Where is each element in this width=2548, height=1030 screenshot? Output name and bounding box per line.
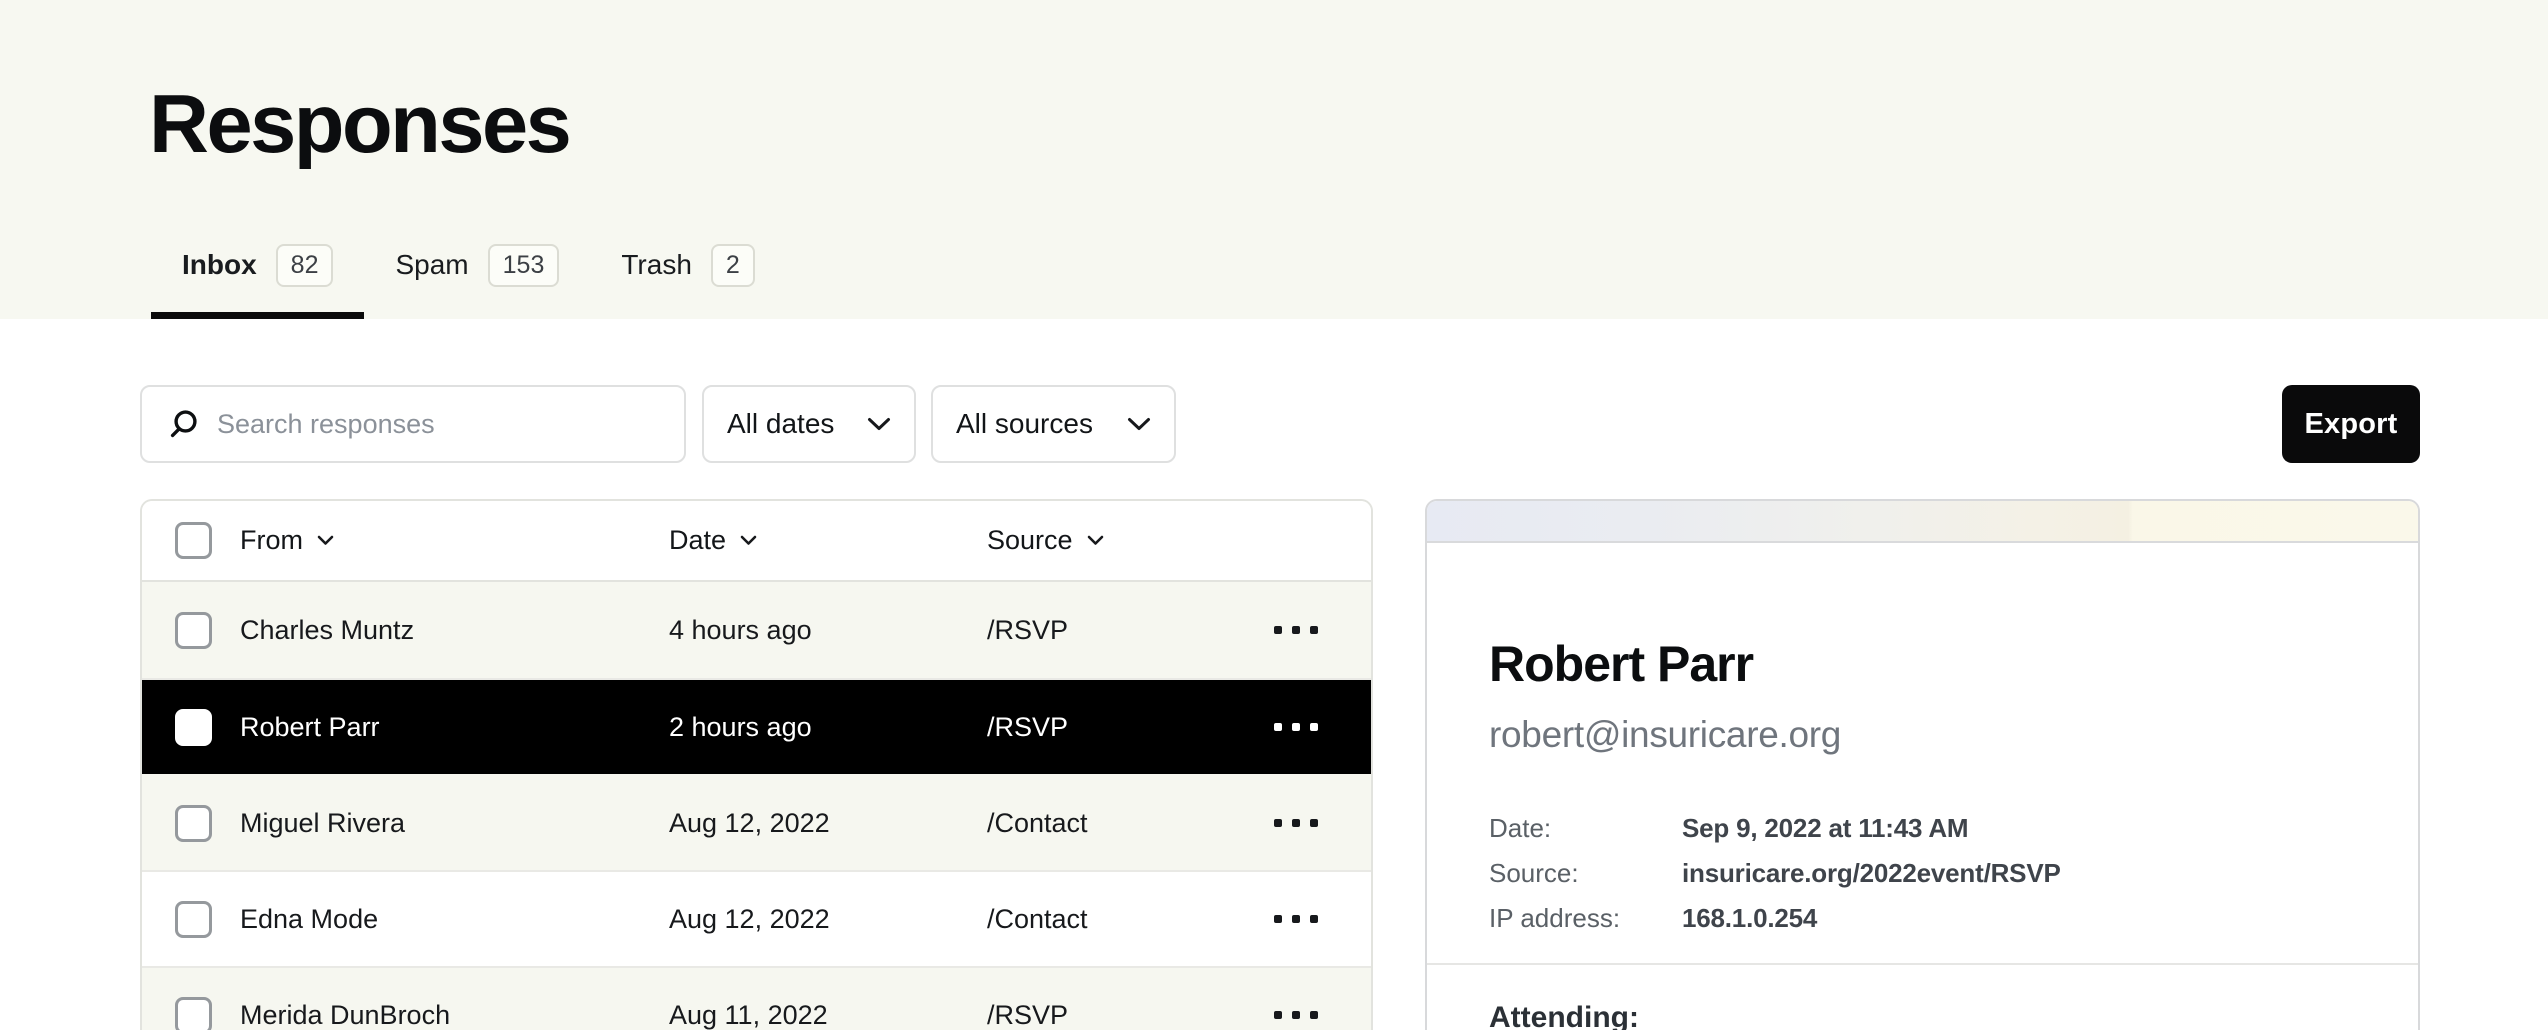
cell-from: Miguel Rivera <box>240 808 669 839</box>
table-row[interactable]: Robert Parr 2 hours ago /RSVP <box>142 678 1371 774</box>
responses-page: Responses Inbox 82 Spam 153 Trash 2 All … <box>0 0 2548 1030</box>
row-actions-menu-icon[interactable] <box>1264 616 1328 644</box>
meta-value: 168.1.0.254 <box>1682 896 1817 941</box>
source-filter-label: All sources <box>956 408 1093 440</box>
cell-source: /RSVP <box>987 615 1221 646</box>
meta-label: IP address: <box>1489 896 1682 941</box>
cell-source: /RSVP <box>987 712 1221 743</box>
detail-meta-row: Date: Sep 9, 2022 at 11:43 AM <box>1489 806 2356 851</box>
table-body: Charles Muntz 4 hours ago /RSVP Robert P… <box>142 582 1371 1030</box>
meta-value: insuricare.org/2022event/RSVP <box>1682 851 2061 896</box>
respondent-email: robert@insuricare.org <box>1489 714 2356 756</box>
chevron-down-icon <box>1127 417 1151 431</box>
row-checkbox[interactable] <box>175 901 212 938</box>
export-button[interactable]: Export <box>2282 385 2420 463</box>
responses-table: From Date Source <box>140 499 1373 1030</box>
tab[interactable]: Trash 2 <box>590 244 785 319</box>
search-input[interactable] <box>217 409 684 440</box>
tab[interactable]: Spam 153 <box>364 244 590 319</box>
tab-label: Spam <box>395 249 468 281</box>
detail-divider <box>1427 963 2418 965</box>
attending-section-label: Attending: <box>1427 1001 2418 1030</box>
sort-chevron-icon <box>317 535 334 546</box>
column-header-from[interactable]: From <box>240 525 669 556</box>
cell-date: Aug 12, 2022 <box>669 904 987 935</box>
meta-label: Date: <box>1489 806 1682 851</box>
tab-count-badge: 82 <box>276 244 334 287</box>
search-icon <box>167 408 200 441</box>
tab-label: Trash <box>621 249 692 281</box>
cell-from: Merida DunBroch <box>240 1000 669 1030</box>
detail-meta-row: IP address: 168.1.0.254 <box>1489 896 2356 941</box>
tab-count-badge: 153 <box>488 244 560 287</box>
detail-banner-gradient <box>1427 501 2418 543</box>
cell-source: /RSVP <box>987 1000 1221 1030</box>
table-header: From Date Source <box>142 501 1371 582</box>
select-all-checkbox[interactable] <box>175 522 212 559</box>
sort-chevron-icon <box>1087 535 1104 546</box>
response-detail-card: Robert Parr robert@insuricare.org Date: … <box>1425 499 2420 1030</box>
date-filter-label: All dates <box>727 408 834 440</box>
tab-count-badge: 2 <box>711 244 755 287</box>
cell-date: 2 hours ago <box>669 712 987 743</box>
tab[interactable]: Inbox 82 <box>151 244 364 319</box>
row-checkbox[interactable] <box>175 612 212 649</box>
cell-from: Charles Muntz <box>240 615 669 646</box>
source-filter-dropdown[interactable]: All sources <box>931 385 1176 463</box>
cell-date: 4 hours ago <box>669 615 987 646</box>
table-row[interactable]: Miguel Rivera Aug 12, 2022 /Contact <box>142 774 1371 870</box>
header-band: Responses Inbox 82 Spam 153 Trash 2 <box>0 0 2548 319</box>
cell-from: Edna Mode <box>240 904 669 935</box>
meta-label: Source: <box>1489 851 1682 896</box>
page-title: Responses <box>149 76 569 172</box>
table-row[interactable]: Merida DunBroch Aug 11, 2022 /RSVP <box>142 966 1371 1030</box>
column-header-date[interactable]: Date <box>669 525 987 556</box>
row-actions-menu-icon[interactable] <box>1264 809 1328 837</box>
row-checkbox[interactable] <box>175 709 212 746</box>
table-row[interactable]: Charles Muntz 4 hours ago /RSVP <box>142 582 1371 678</box>
detail-meta: Date: Sep 9, 2022 at 11:43 AM Source: in… <box>1489 806 2356 941</box>
row-checkbox[interactable] <box>175 997 212 1030</box>
detail-meta-row: Source: insuricare.org/2022event/RSVP <box>1489 851 2356 896</box>
table-row[interactable]: Edna Mode Aug 12, 2022 /Contact <box>142 870 1371 966</box>
row-actions-menu-icon[interactable] <box>1264 905 1328 933</box>
cell-source: /Contact <box>987 904 1221 935</box>
respondent-name: Robert Parr <box>1489 635 2356 693</box>
cell-from: Robert Parr <box>240 712 669 743</box>
sort-chevron-icon <box>740 535 757 546</box>
chevron-down-icon <box>867 417 891 431</box>
row-actions-menu-icon[interactable] <box>1264 713 1328 741</box>
column-header-source[interactable]: Source <box>987 525 1221 556</box>
cell-date: Aug 12, 2022 <box>669 808 987 839</box>
date-filter-dropdown[interactable]: All dates <box>702 385 916 463</box>
search-box[interactable] <box>140 385 686 463</box>
cell-source: /Contact <box>987 808 1221 839</box>
cell-date: Aug 11, 2022 <box>669 1000 987 1030</box>
row-actions-menu-icon[interactable] <box>1264 1001 1328 1029</box>
meta-value: Sep 9, 2022 at 11:43 AM <box>1682 806 1968 851</box>
row-checkbox[interactable] <box>175 805 212 842</box>
tabs: Inbox 82 Spam 153 Trash 2 <box>151 244 786 319</box>
tab-label: Inbox <box>182 249 257 281</box>
